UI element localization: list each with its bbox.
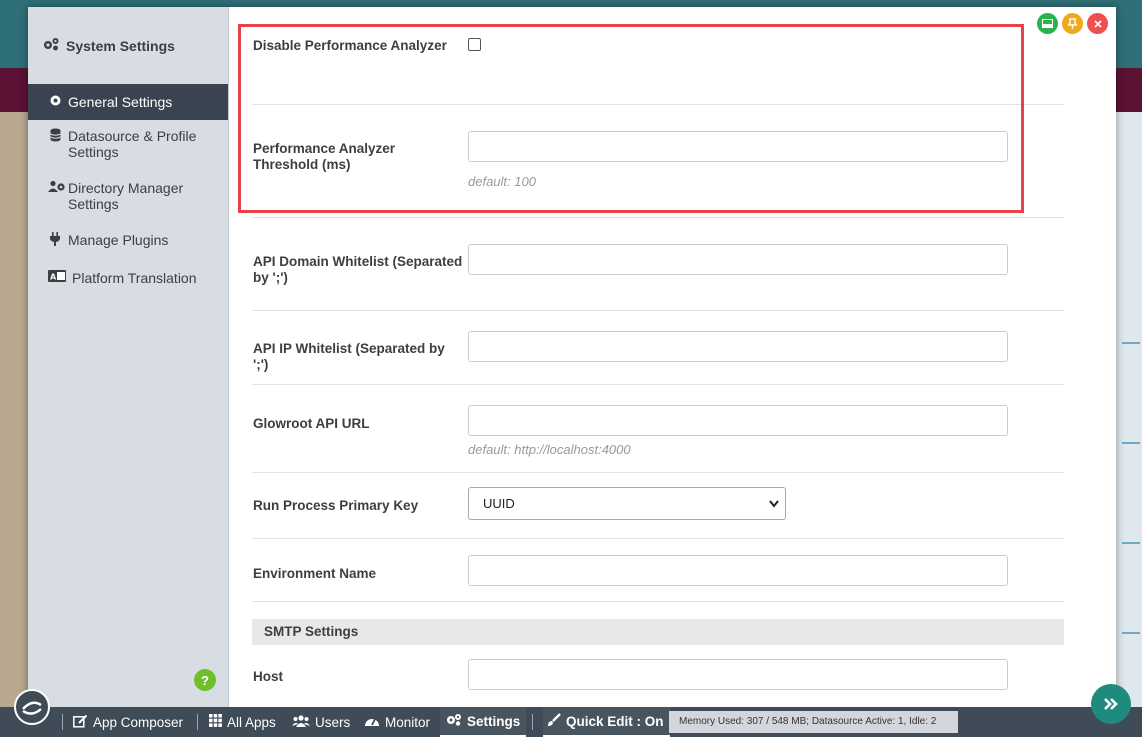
form-row-glowroot-url: Glowroot API URL default: http://localho… (252, 385, 1064, 473)
window-minimize-icon[interactable] (1037, 13, 1058, 34)
smtp-section-header: SMTP Settings (252, 619, 1064, 645)
taskbar-label: Monitor (385, 714, 431, 730)
select-value: UUID (483, 496, 515, 511)
sidebar-item-label: General Settings (68, 94, 173, 110)
field-label: Run Process Primary Key (253, 498, 419, 513)
pin-icon[interactable] (1062, 13, 1083, 34)
form-row-api-domain-whitelist: API Domain Whitelist (Separated by ';') (252, 218, 1064, 311)
field-hint: default: http://localhost:4000 (468, 442, 631, 457)
form-row-api-ip-whitelist: API IP Whitelist (Separated by ';') (252, 311, 1064, 385)
sidebar-item-general-settings[interactable]: General Settings (28, 84, 228, 120)
api-ip-whitelist-input[interactable] (468, 331, 1008, 362)
users-gear-icon (48, 180, 65, 197)
gears-icon (42, 37, 60, 54)
bottom-taskbar: App Composer All Apps Users Monitor Sett… (0, 707, 1142, 737)
settings-sidebar: System Settings General Settings Datasou… (28, 7, 229, 707)
platform-logo-icon[interactable] (14, 689, 50, 725)
users-icon (292, 714, 310, 730)
system-settings-dialog: System Settings General Settings Datasou… (28, 7, 1116, 707)
gear-icon (48, 94, 62, 111)
sidebar-item-datasource-profile[interactable]: Datasource & Profile Settings (28, 128, 228, 160)
sidebar-item-label: Platform Translation (72, 270, 197, 286)
general-settings-form: Disable Performance Analyzer Performance… (252, 7, 1064, 707)
disable-performance-analyzer-checkbox[interactable] (468, 38, 481, 51)
glowroot-api-url-input[interactable] (468, 405, 1008, 436)
window-controls (1037, 13, 1108, 34)
field-label: Glowroot API URL (253, 416, 370, 431)
performance-threshold-input[interactable] (468, 131, 1008, 162)
edit-icon (73, 714, 88, 731)
form-row-disable-performance: Disable Performance Analyzer (252, 7, 1064, 105)
sidebar-item-platform-translation[interactable]: A Platform Translation (28, 270, 228, 286)
taskbar-label: App Composer (93, 714, 184, 730)
language-icon: A (48, 270, 66, 286)
taskbar-users[interactable]: Users (292, 707, 350, 737)
sidebar-item-label: Datasource & Profile Settings (68, 128, 197, 160)
environment-name-input[interactable] (468, 555, 1008, 586)
sidebar-title: System Settings (28, 7, 228, 84)
svg-text:A: A (50, 273, 57, 282)
close-icon[interactable] (1087, 13, 1108, 34)
sidebar-item-label: Directory Manager Settings (68, 180, 184, 212)
field-label: API IP Whitelist (Separated by ';') (253, 341, 445, 372)
gauge-icon (364, 714, 380, 730)
taskbar-quick-edit[interactable]: Quick Edit : On (543, 707, 670, 737)
help-button[interactable]: ? (194, 669, 216, 691)
taskbar-label: Settings (467, 713, 521, 729)
sidebar-item-manage-plugins[interactable]: Manage Plugins (28, 232, 228, 250)
form-row-performance-threshold: Performance Analyzer Threshold (ms) defa… (252, 105, 1064, 218)
expand-right-icon[interactable] (1091, 684, 1131, 724)
form-row-run-process-key: Run Process Primary Key UUID (252, 473, 1064, 539)
field-label: API Domain Whitelist (Separated by ';') (253, 254, 463, 285)
sidebar-title-text: System Settings (66, 37, 175, 54)
taskbar-app-composer[interactable]: App Composer (73, 707, 183, 737)
taskbar-settings[interactable]: Settings (440, 707, 527, 737)
chevron-down-icon (769, 488, 779, 532)
plug-icon (48, 232, 62, 250)
taskbar-label: Quick Edit : On (566, 713, 664, 729)
brush-icon (547, 712, 561, 730)
field-label: Environment Name (253, 566, 377, 581)
background-left-panel (0, 112, 28, 707)
sidebar-item-label: Manage Plugins (68, 232, 169, 248)
taskbar-all-apps[interactable]: All Apps (209, 707, 276, 737)
memory-status: Memory Used: 307 / 548 MB; Datasource Ac… (669, 711, 958, 733)
api-domain-whitelist-input[interactable] (468, 244, 1008, 275)
database-icon (48, 128, 62, 146)
taskbar-monitor[interactable]: Monitor (364, 707, 430, 737)
form-row-smtp-host: Host (252, 645, 1064, 707)
grid-icon (209, 714, 222, 730)
background-right-panel (1116, 112, 1142, 707)
field-hint: default: 100 (468, 174, 536, 189)
field-label: Host (253, 669, 283, 684)
smtp-host-input[interactable] (468, 659, 1008, 690)
form-row-environment-name: Environment Name (252, 539, 1064, 602)
run-process-primary-key-select[interactable]: UUID (468, 487, 786, 520)
taskbar-label: Users (315, 714, 351, 730)
gears-icon (446, 713, 462, 729)
sidebar-item-directory-manager[interactable]: Directory Manager Settings (28, 180, 228, 212)
field-label: Disable Performance Analyzer (253, 38, 447, 53)
field-label: Performance Analyzer Threshold (ms) (253, 141, 396, 172)
taskbar-label: All Apps (227, 714, 276, 730)
